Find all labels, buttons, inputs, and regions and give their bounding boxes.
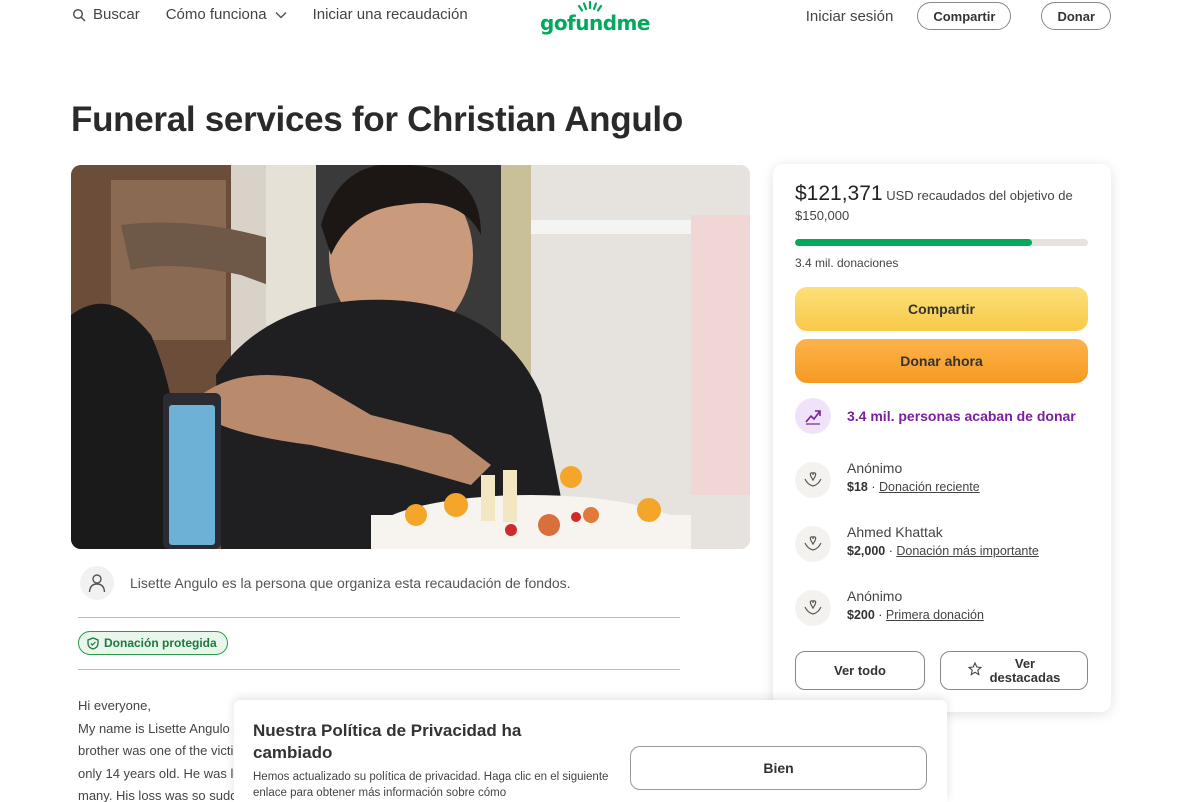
nav-left: Buscar Cómo funciona Iniciar una recauda…: [72, 6, 494, 23]
see-featured-button[interactable]: Ver destacadas: [940, 651, 1088, 690]
donor-amount: $2,000: [847, 544, 886, 558]
see-featured-label: Ver destacadas: [989, 655, 1061, 685]
nav-right: Iniciar sesión Compartir Donar: [806, 2, 1111, 30]
donor-meta: $18 · Donación reciente: [847, 480, 980, 494]
trending-row: 3.4 mil. personas acaban de donar: [795, 398, 1076, 434]
divider: [78, 617, 680, 618]
protected-donation-badge[interactable]: Donación protegida: [78, 631, 228, 655]
divider: [78, 669, 680, 670]
gofundme-logo[interactable]: gofundme: [540, 0, 650, 35]
donor-amount: $18: [847, 480, 868, 494]
story-line: Hi everyone,: [78, 698, 151, 713]
see-featured-line2: destacadas: [989, 669, 1061, 685]
see-all-button[interactable]: Ver todo: [795, 651, 925, 690]
how-it-works-label: Cómo funciona: [165, 6, 267, 23]
login-link[interactable]: Iniciar sesión: [806, 8, 894, 25]
organizer-text: Lisette Angulo es la persona que organiz…: [130, 575, 571, 591]
how-it-works-menu[interactable]: Cómo funciona: [166, 6, 287, 23]
see-featured-line1: Ver: [1014, 655, 1036, 671]
donor-amount: $200: [847, 608, 875, 622]
search-icon: [72, 8, 86, 22]
progress-bar: [795, 239, 1088, 246]
donor-item: Ahmed Khattak $2,000 · Donación más impo…: [795, 524, 1039, 562]
shield-icon: [87, 636, 99, 650]
story-line: brother was one of the victims: [78, 743, 248, 758]
story-line: only 14 years old. He was loved by: [78, 765, 248, 781]
privacy-notice: Nuestra Política de Privacidad ha cambia…: [234, 700, 947, 802]
donor-name: Anónimo: [847, 588, 903, 604]
logo-text: gofundme: [540, 11, 650, 35]
privacy-title: Nuestra Política de Privacidad ha cambia…: [253, 721, 522, 762]
story-text: Hi everyone, My name is Lisette Angulo a…: [78, 695, 248, 802]
header-donate-button[interactable]: Donar: [1041, 2, 1111, 30]
chevron-down-icon: [275, 11, 287, 19]
raised-suffix: USD recaudados del objetivo de: [886, 188, 1073, 203]
progress-fill: [795, 239, 1033, 246]
raised-summary: $121,371 USD recaudados del objetivo de …: [795, 182, 1095, 226]
donor-name: Anónimo: [847, 460, 903, 476]
donor-item: Anónimo $200 · Primera donación: [795, 588, 984, 626]
share-button[interactable]: Compartir: [795, 287, 1088, 331]
page-title: Funeral services for Christian Angulo: [71, 100, 683, 139]
donor-name: Ahmed Khattak: [847, 524, 943, 540]
donor-tag-link[interactable]: Primera donación: [886, 608, 984, 622]
donation-card: $121,371 USD recaudados del objetivo de …: [773, 164, 1111, 712]
start-fundraiser-label: Iniciar una recaudación: [312, 6, 468, 23]
search-link[interactable]: Buscar: [72, 6, 140, 23]
donor-tag-link[interactable]: Donación más importante: [896, 544, 1038, 558]
donations-count: 3.4 mil. donaciones: [795, 256, 899, 270]
story-line: My name is Lisette Angulo and my: [78, 720, 248, 736]
fundraiser-photo: [71, 165, 750, 549]
header-share-button[interactable]: Compartir: [917, 2, 1012, 30]
donor-item: Anónimo $18 · Donación reciente: [795, 460, 980, 498]
heart-hands-icon: [795, 590, 831, 626]
donor-meta: $2,000 · Donación más importante: [847, 544, 1039, 558]
star-icon: [967, 661, 982, 679]
heart-hands-icon: [795, 462, 831, 498]
start-fundraiser-link[interactable]: Iniciar una recaudación: [313, 6, 468, 23]
trending-up-icon: [795, 398, 831, 434]
raised-amount: $121,371: [795, 182, 883, 205]
privacy-ok-button[interactable]: Bien: [630, 746, 927, 790]
protected-label: Donación protegida: [104, 636, 217, 650]
user-avatar-icon: [80, 566, 114, 600]
donor-tag-link[interactable]: Donación reciente: [879, 480, 980, 494]
top-navigation: Buscar Cómo funciona Iniciar una recauda…: [0, 0, 1200, 35]
search-label: Buscar: [93, 6, 140, 23]
goal-amount: $150,000: [795, 208, 850, 223]
heart-hands-icon: [795, 526, 831, 562]
trending-text: 3.4 mil. personas acaban de donar: [847, 408, 1076, 424]
story-line: many. His loss was so sudden: [78, 788, 248, 802]
donate-now-button[interactable]: Donar ahora: [795, 339, 1088, 383]
privacy-body: Hemos actualizado su política de privaci…: [253, 771, 609, 799]
donor-meta: $200 · Primera donación: [847, 608, 984, 622]
organizer-row: Lisette Angulo es la persona que organiz…: [80, 566, 571, 600]
